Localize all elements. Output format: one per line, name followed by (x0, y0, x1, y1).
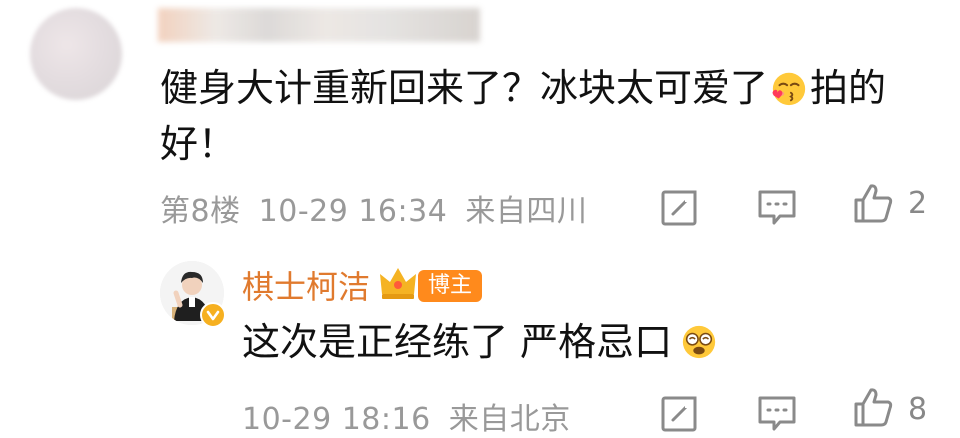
crown-icon (380, 268, 416, 299)
share-icon[interactable] (659, 186, 701, 228)
kiss-face-emoji-icon (772, 72, 806, 106)
commenter-avatar[interactable] (30, 8, 122, 100)
reply-like-icon[interactable] (852, 386, 894, 428)
verified-badge-icon (200, 302, 226, 328)
floor-number: 第8楼 (160, 194, 241, 229)
reply-time: 10-29 18:16 (242, 402, 431, 437)
dizzy-face-emoji-icon (682, 325, 716, 359)
comment-body: 健身大计重新回来了？冰块太可爱了 拍的 好！ (160, 60, 920, 172)
reply-meta: 10-29 18:16 来自北京 (242, 394, 571, 438)
reply-like-count: 8 (908, 392, 928, 427)
comment-text-line2: 好！ (160, 122, 237, 166)
host-badge: 博主 (418, 270, 483, 302)
comment-text-line1: 健身大计重新回来了？冰块太可爱了 (160, 66, 769, 110)
comment-icon[interactable] (756, 186, 798, 228)
comment-text-after-emoji: 拍的 (810, 66, 887, 110)
comment-time: 10-29 16:34 (258, 194, 448, 229)
like-count: 2 (908, 186, 928, 221)
reply-author-name[interactable]: 棋士柯洁 (242, 262, 370, 308)
like-icon[interactable] (852, 182, 894, 224)
reply-text: 这次是正经练了 严格忌口 (242, 320, 673, 364)
reply-body: 这次是正经练了 严格忌口 (242, 316, 720, 368)
reply-location: 来自北京 (448, 402, 571, 437)
commenter-name-blurred[interactable] (158, 8, 480, 42)
comment-location: 来自四川 (465, 194, 588, 229)
comment-meta: 第8楼 10-29 16:34 来自四川 (160, 186, 587, 230)
